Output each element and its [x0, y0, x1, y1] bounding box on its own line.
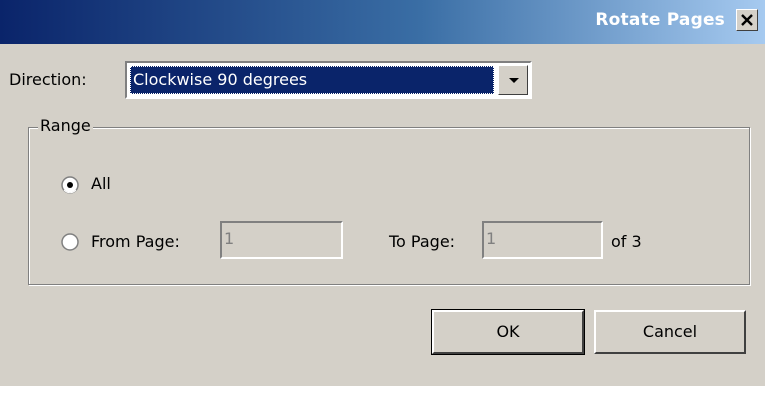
range-legend: Range	[38, 116, 93, 135]
radio-all[interactable]	[61, 176, 79, 194]
cancel-button[interactable]: Cancel	[594, 310, 746, 354]
title-bar[interactable]: Rotate Pages	[0, 0, 765, 44]
to-page-field[interactable]: 1	[482, 221, 603, 259]
dialog-title: Rotate Pages	[595, 10, 725, 30]
page-count-label: of 3	[611, 232, 642, 251]
rotate-pages-dialog: Rotate Pages Direction: Clockwise 90 deg…	[0, 0, 765, 396]
close-icon	[741, 14, 753, 26]
radio-from-page-label[interactable]: From Page:	[91, 232, 180, 251]
direction-dropdown[interactable]: Clockwise 90 degrees	[125, 61, 532, 99]
radio-all-label[interactable]: All	[91, 174, 111, 193]
ok-button[interactable]: OK	[431, 309, 585, 355]
from-page-field[interactable]: 1	[220, 221, 343, 259]
dropdown-arrow-button[interactable]	[498, 65, 528, 95]
to-page-label: To Page:	[389, 232, 456, 251]
close-button[interactable]	[736, 9, 758, 31]
radio-from-page[interactable]	[61, 233, 79, 251]
direction-label: Direction:	[9, 70, 87, 89]
range-groupbox	[28, 127, 750, 285]
direction-selected-value: Clockwise 90 degrees	[130, 66, 494, 94]
chevron-down-icon	[509, 78, 519, 83]
window-bottom-edge	[0, 386, 765, 396]
